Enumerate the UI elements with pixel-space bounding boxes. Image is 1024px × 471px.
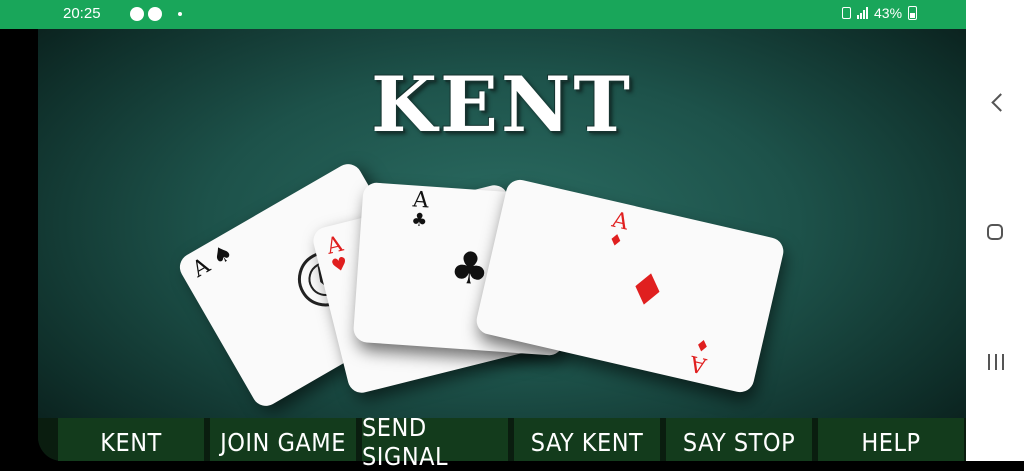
call-notification-icon: [130, 7, 144, 21]
battery-icon: [908, 6, 918, 20]
battery-percent: 43%: [874, 5, 903, 21]
notification-icons: [130, 7, 182, 21]
system-icons: 43%: [842, 5, 918, 21]
kent-button[interactable]: KENT: [58, 418, 204, 461]
signal-icon: [857, 7, 868, 19]
status-bar: 20:25 43%: [0, 0, 966, 29]
more-notifications-icon: [178, 12, 182, 16]
say-kent-button[interactable]: SAY KENT: [514, 418, 660, 461]
whatsapp-call-icon: [148, 7, 162, 21]
diamond-small-icon: ♦: [693, 334, 712, 357]
action-menu: KENT JOIN GAME SEND SIGNAL SAY KENT SAY …: [38, 413, 966, 471]
game-title: KENT: [370, 60, 633, 149]
game-table: KENT A ♠ A ♥ A ♣ ♣ A ♦ ♦ A ♦: [38, 29, 966, 461]
diamond-small-icon: ♦: [606, 229, 626, 252]
spade-icon: ♠: [208, 239, 238, 272]
back-icon[interactable]: [991, 93, 1010, 112]
send-signal-button[interactable]: SEND SIGNAL: [362, 413, 508, 471]
help-button[interactable]: HELP: [818, 418, 964, 461]
card-ace-of-diamonds[interactable]: A ♦ ♦ A ♦: [473, 177, 787, 395]
card-rank: A: [188, 253, 215, 283]
club-small-icon: ♣: [410, 209, 429, 232]
sim-icon: [842, 7, 851, 19]
join-game-button[interactable]: JOIN GAME: [210, 418, 356, 461]
recent-apps-icon[interactable]: [988, 354, 1004, 370]
home-icon[interactable]: [987, 224, 1003, 240]
diamond-icon: ♦: [622, 261, 673, 320]
heart-icon: ♥: [329, 253, 351, 278]
status-time: 20:25: [63, 5, 101, 22]
say-stop-button[interactable]: SAY STOP: [666, 418, 812, 461]
